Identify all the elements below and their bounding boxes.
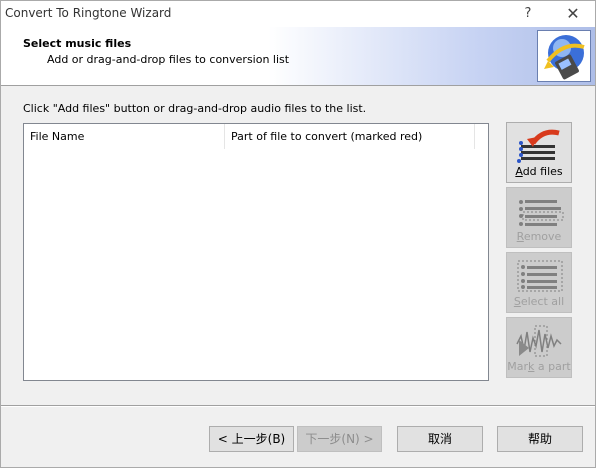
remove-button[interactable]: Remove (506, 187, 572, 248)
mark-a-part-button[interactable]: Mark a part (506, 317, 572, 378)
page-subtitle: Add or drag-and-drop files to conversion… (47, 53, 290, 66)
mark-part-icon (516, 325, 562, 357)
remove-label: Remove (516, 230, 562, 243)
back-button[interactable]: < 上一步(B) (209, 426, 294, 452)
wizard-header: Select music files Add or drag-and-drop … (1, 27, 595, 86)
add-files-button[interactable]: Add files (506, 122, 572, 183)
close-button[interactable]: ✕ (561, 4, 585, 24)
help-button[interactable]: 帮助 (497, 426, 583, 452)
wizard-window: Convert To Ringtone Wizard ? ✕ Select mu… (0, 0, 596, 468)
phone-music-logo-icon (537, 30, 591, 82)
add-files-label: Add files (515, 165, 563, 178)
file-list-header: File Name Part of file to convert (marke… (24, 124, 488, 149)
window-title: Convert To Ringtone Wizard (5, 6, 172, 20)
footer-divider (1, 405, 595, 407)
file-list[interactable]: File Name Part of file to convert (marke… (23, 123, 489, 381)
select-all-button[interactable]: Select all (506, 252, 572, 313)
remove-icon (519, 200, 564, 226)
cancel-button[interactable]: 取消 (397, 426, 483, 452)
page-title: Select music files (23, 37, 132, 50)
help-title-button[interactable]: ? (517, 4, 539, 24)
column-header-file-name[interactable]: File Name (24, 124, 225, 149)
instruction-text: Click "Add files" button or drag-and-dro… (23, 102, 367, 115)
add-files-icon (517, 129, 560, 163)
select-all-icon (517, 260, 563, 292)
select-all-label: Select all (513, 295, 565, 308)
mark-a-part-label: Mark a part (507, 360, 571, 373)
title-bar: Convert To Ringtone Wizard ? ✕ (1, 1, 595, 27)
column-header-part-of-file[interactable]: Part of file to convert (marked red) (225, 124, 475, 149)
next-button[interactable]: 下一步(N) > (297, 426, 382, 452)
